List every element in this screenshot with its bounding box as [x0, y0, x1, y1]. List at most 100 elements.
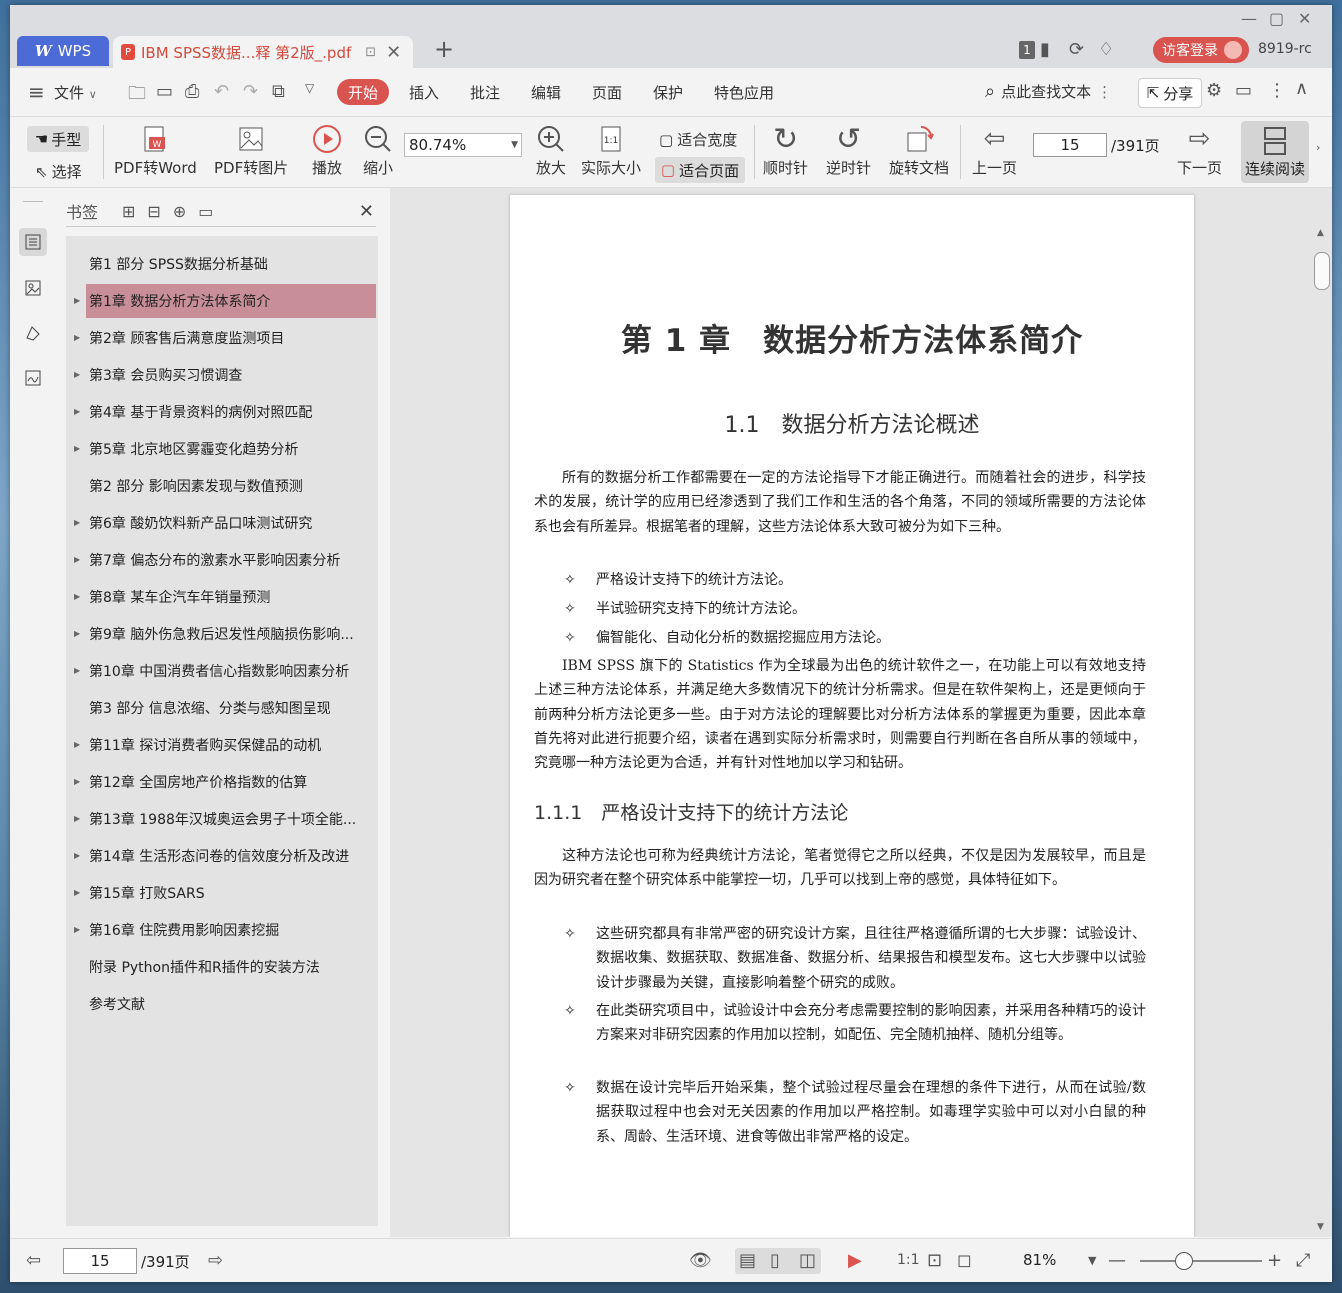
- zoom-percentage[interactable]: 81%: [1023, 1251, 1056, 1269]
- zoom-dropdown-icon[interactable]: ▼: [1088, 1254, 1096, 1267]
- menu-protect[interactable]: 保护: [653, 82, 683, 103]
- menu-special[interactable]: 特色应用: [714, 82, 774, 103]
- menu-start[interactable]: 开始: [337, 79, 389, 105]
- select-tool-button[interactable]: ⇖ 选择: [35, 161, 82, 182]
- undo-icon[interactable]: ↶: [214, 81, 229, 102]
- redo-icon[interactable]: ↷: [243, 81, 258, 102]
- close-tab-icon[interactable]: ✕: [386, 42, 401, 63]
- expand-arrow-icon[interactable]: ▶: [74, 740, 80, 749]
- expand-arrow-icon[interactable]: ▶: [74, 333, 80, 342]
- expand-arrow-icon[interactable]: ▶: [74, 592, 80, 601]
- zoom-out-icon[interactable]: —: [1108, 1250, 1126, 1271]
- save-icon[interactable]: ▭: [156, 81, 173, 102]
- bookmark-settings-icon[interactable]: ▭: [198, 202, 213, 221]
- expand-arrow-icon[interactable]: ▶: [74, 888, 80, 897]
- more-quick-icon[interactable]: ▽: [305, 81, 314, 95]
- cloud-sync-icon[interactable]: ⟳: [1069, 39, 1084, 60]
- bookmark-item[interactable]: 第5章 北京地区雾霾变化趋势分析: [86, 432, 376, 466]
- scroll-down-icon[interactable]: ▼: [1317, 1222, 1324, 1232]
- zoom-in-button[interactable]: 放大: [535, 121, 567, 178]
- two-page-view-icon[interactable]: ◫: [799, 1250, 816, 1271]
- fit-page-icon[interactable]: ⊡: [927, 1250, 942, 1271]
- more-options-icon[interactable]: ⋮: [1268, 80, 1286, 101]
- close-window-icon[interactable]: ✕: [1298, 9, 1311, 28]
- continuous-read-button[interactable]: 连续阅读: [1241, 121, 1309, 183]
- expand-arrow-icon[interactable]: ▶: [74, 925, 80, 934]
- expand-arrow-icon[interactable]: ▶: [74, 666, 80, 675]
- bookmark-item[interactable]: 第6章 酸奶饮料新产品口味测试研究: [86, 506, 376, 540]
- menu-edit[interactable]: 编辑: [531, 82, 561, 103]
- zoom-slider-track[interactable]: [1140, 1260, 1262, 1262]
- bookmark-item[interactable]: 第8章 某车企汽车年销量预测: [86, 580, 376, 614]
- bookmark-item[interactable]: 附录 Python插件和R插件的安装方法: [86, 950, 376, 984]
- find-text-button[interactable]: ⌕ 点此查找文本 ⋮: [985, 81, 1112, 102]
- annotation-panel-icon[interactable]: [19, 319, 47, 347]
- export-icon[interactable]: ⧉: [272, 81, 285, 102]
- guest-login-button[interactable]: 访客登录: [1153, 37, 1249, 63]
- new-tab-icon[interactable]: +: [434, 35, 454, 63]
- bookmark-item[interactable]: 第3章 会员购买习惯调查: [86, 358, 376, 392]
- bookmark-item[interactable]: 第7章 偏态分布的激素水平影响因素分析: [86, 543, 376, 577]
- play-button[interactable]: 播放: [311, 121, 343, 178]
- expand-arrow-icon[interactable]: ▶: [74, 407, 80, 416]
- expand-arrow-icon[interactable]: ▶: [74, 518, 80, 527]
- fit-width-icon[interactable]: ◻: [957, 1250, 972, 1271]
- bookmark-item[interactable]: 第12章 全国房地产价格指数的估算: [86, 765, 376, 799]
- settings-gear-icon[interactable]: ⚙: [1206, 80, 1222, 101]
- pin-tab-icon[interactable]: ⊡: [365, 45, 376, 60]
- prev-page-button[interactable]: ⇦ 上一页: [972, 121, 1017, 178]
- vertical-scrollbar-thumb[interactable]: [1314, 252, 1330, 290]
- fit-page-button[interactable]: ▢ 适合页面: [655, 157, 745, 183]
- next-page-button[interactable]: ⇨ 下一页: [1177, 121, 1222, 178]
- expand-arrow-icon[interactable]: ▶: [74, 629, 80, 638]
- hand-tool-button[interactable]: ☚ 手型: [27, 126, 89, 152]
- single-page-view-icon[interactable]: ▯: [770, 1250, 780, 1271]
- skin-icon[interactable]: ♢: [1098, 39, 1114, 60]
- bookmark-item[interactable]: 第9章 脑外伤急救后迟发性颅脑损伤影响...: [86, 617, 376, 651]
- maximize-icon[interactable]: ▢: [1269, 9, 1284, 28]
- share-button[interactable]: ⇱ 分享: [1138, 78, 1202, 108]
- menu-annotate[interactable]: 批注: [470, 82, 500, 103]
- collapse-all-icon[interactable]: ⊟: [147, 202, 160, 221]
- tab-count-badge[interactable]: 1: [1019, 41, 1035, 59]
- bookmark-item[interactable]: 第4章 基于背景资料的病例对照匹配: [86, 395, 376, 429]
- bookmark-panel-icon[interactable]: [19, 228, 47, 256]
- prev-page-arrow-icon[interactable]: ⇦: [26, 1250, 41, 1271]
- bookmark-item[interactable]: 第11章 探讨消费者购买保健品的动机: [86, 728, 376, 762]
- play-slideshow-icon[interactable]: ▶: [848, 1250, 862, 1271]
- expand-arrow-icon[interactable]: ▶: [74, 370, 80, 379]
- menu-file[interactable]: 文件 ∨: [54, 82, 97, 103]
- wps-home-tab[interactable]: W WPS: [17, 36, 109, 66]
- document-tab[interactable]: P IBM SPSS数据...释 第2版_.pdf ⊡ ✕: [113, 36, 413, 68]
- expand-arrow-icon[interactable]: ▶: [74, 444, 80, 453]
- bookmark-item[interactable]: 第16章 住院费用影响因素挖掘: [86, 913, 376, 947]
- pdf-to-image-button[interactable]: PDF转图片: [214, 121, 288, 178]
- add-bookmark-icon[interactable]: ⊕: [173, 202, 186, 221]
- page-number-input[interactable]: 15: [1033, 133, 1107, 157]
- print-icon[interactable]: ⎙: [185, 81, 199, 102]
- thumbnail-panel-icon[interactable]: [19, 274, 47, 302]
- rotate-clockwise-button[interactable]: ↻ 顺时针: [763, 121, 808, 178]
- next-page-arrow-icon[interactable]: ⇨: [208, 1250, 223, 1271]
- comment-icon[interactable]: ▭: [1235, 80, 1252, 101]
- bookmark-item[interactable]: 第14章 生活形态问卷的信效度分析及改进: [86, 839, 376, 873]
- eye-protection-icon[interactable]: 👁: [689, 1250, 712, 1271]
- actual-size-icon[interactable]: 1:1: [897, 1252, 920, 1268]
- fullscreen-icon[interactable]: ⤢: [1296, 1250, 1310, 1271]
- close-panel-icon[interactable]: ✕: [359, 201, 374, 222]
- continuous-view-icon[interactable]: ▤: [739, 1250, 756, 1271]
- bookmark-item[interactable]: 第10章 中国消费者信心指数影响因素分析: [86, 654, 376, 688]
- status-page-input[interactable]: 15: [63, 1248, 137, 1274]
- tab-list-icon[interactable]: ▮: [1040, 39, 1050, 60]
- bookmark-item[interactable]: 参考文献: [86, 987, 376, 1021]
- bookmark-item[interactable]: 第15章 打败SARS: [86, 876, 376, 910]
- hamburger-menu-icon[interactable]: ≡: [28, 80, 45, 104]
- scroll-up-icon[interactable]: ▲: [1317, 228, 1324, 238]
- menu-page[interactable]: 页面: [592, 82, 622, 103]
- bookmark-item[interactable]: 第3 部分 信息浓缩、分类与感知图呈现: [86, 691, 376, 725]
- fit-width-button[interactable]: ▢ 适合宽度: [659, 129, 737, 150]
- menu-insert[interactable]: 插入: [409, 82, 439, 103]
- expand-all-icon[interactable]: ⊞: [122, 202, 135, 221]
- bookmark-item[interactable]: 第2 部分 影响因素发现与数值预测: [86, 469, 376, 503]
- rotate-counterclockwise-button[interactable]: ↺ 逆时针: [826, 121, 871, 178]
